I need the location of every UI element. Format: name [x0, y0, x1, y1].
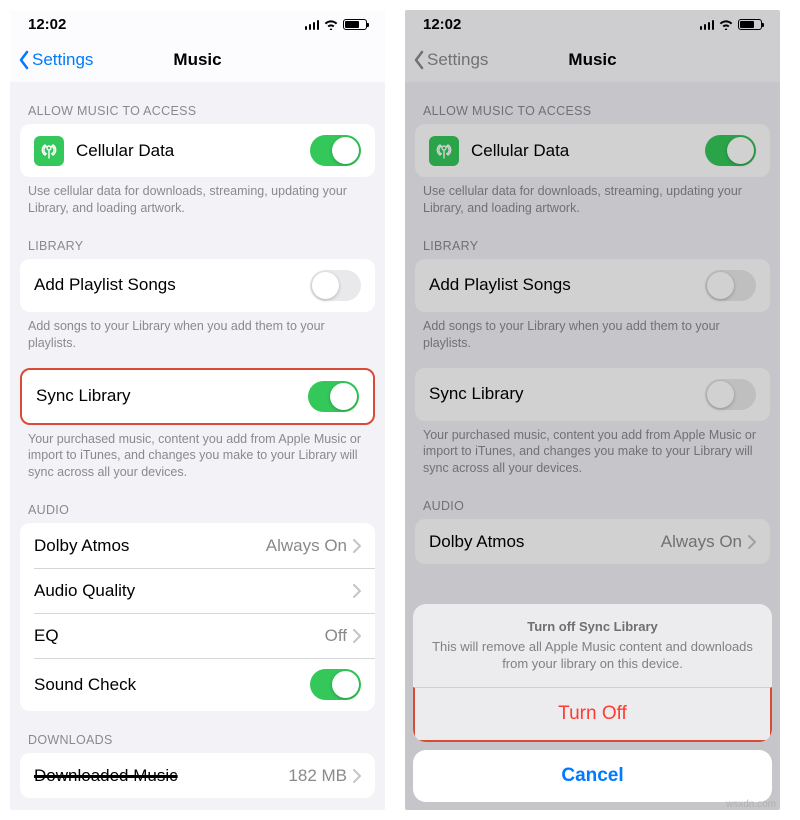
wifi-icon [323, 18, 339, 30]
page-title: Music [568, 50, 616, 70]
action-sheet: Turn off Sync Library This will remove a… [413, 604, 772, 802]
cellular-toggle[interactable] [705, 135, 756, 166]
dolby-label: Dolby Atmos [429, 532, 661, 552]
sync-library-footer: Your purchased music, content you add fr… [10, 425, 385, 482]
status-time: 12:02 [423, 16, 461, 33]
status-icons [700, 18, 763, 30]
audio-quality-row[interactable]: Audio Quality [20, 568, 375, 613]
sync-library-toggle[interactable] [705, 379, 756, 410]
sound-check-row[interactable]: Sound Check [20, 658, 375, 711]
add-playlist-row[interactable]: Add Playlist Songs [20, 259, 375, 312]
back-button[interactable]: Settings [18, 50, 93, 70]
eq-row[interactable]: EQ Off [20, 613, 375, 658]
page-title: Music [173, 50, 221, 70]
section-header-library: LIBRARY [10, 217, 385, 259]
eq-label: EQ [34, 626, 325, 646]
chevron-left-icon [413, 50, 425, 70]
battery-icon [738, 19, 762, 30]
section-header-audio: AUDIO [10, 481, 385, 523]
back-button[interactable]: Settings [413, 50, 488, 70]
action-sheet-header: Turn off Sync Library This will remove a… [413, 604, 772, 687]
sync-library-toggle[interactable] [308, 381, 359, 412]
wifi-icon [718, 18, 734, 30]
downloaded-value: 182 MB [288, 766, 347, 786]
cancel-button[interactable]: Cancel [413, 750, 772, 802]
section-header-library: LIBRARY [405, 217, 780, 259]
status-icons [305, 18, 368, 30]
downloaded-music-row[interactable]: Downloaded Music 182 MB [20, 753, 375, 798]
section-header-access: ALLOW MUSIC TO ACCESS [405, 82, 780, 124]
chevron-right-icon [353, 769, 361, 783]
dolby-atmos-row[interactable]: Dolby Atmos Always On [20, 523, 375, 568]
action-sheet-title: Turn off Sync Library [431, 618, 754, 636]
status-bar: 12:02 [10, 10, 385, 38]
signal-icon [305, 19, 320, 30]
sound-check-label: Sound Check [34, 675, 310, 695]
phone-right: 12:02 Settings Music ALLOW MUSIC TO ACCE… [405, 10, 780, 810]
watermark: wsxdn.com [726, 799, 776, 810]
sound-check-toggle[interactable] [310, 669, 361, 700]
cellular-data-row[interactable]: Cellular Data [415, 124, 770, 177]
cellular-label: Cellular Data [76, 141, 310, 161]
phone-left: 12:02 Settings Music ALLOW MUSIC TO ACCE… [10, 10, 385, 810]
nav-bar: Settings Music [405, 38, 780, 82]
downloaded-label: Downloaded Music [34, 766, 288, 786]
status-bar: 12:02 [405, 10, 780, 38]
sync-library-row[interactable]: Sync Library [22, 370, 373, 423]
dolby-label: Dolby Atmos [34, 536, 266, 556]
sync-library-footer: Your purchased music, content you add fr… [405, 421, 780, 478]
antenna-icon [34, 136, 64, 166]
chevron-right-icon [353, 539, 361, 553]
dolby-value: Always On [266, 536, 347, 556]
sync-library-group: Sync Library [415, 368, 770, 421]
back-label: Settings [32, 50, 93, 70]
add-playlist-label: Add Playlist Songs [429, 275, 705, 295]
back-label: Settings [427, 50, 488, 70]
audio-quality-label: Audio Quality [34, 581, 353, 601]
chevron-right-icon [353, 584, 361, 598]
chevron-right-icon [353, 629, 361, 643]
sync-library-row[interactable]: Sync Library [415, 368, 770, 421]
add-playlist-footer: Add songs to your Library when you add t… [10, 312, 385, 352]
eq-value: Off [325, 626, 347, 646]
chevron-right-icon [748, 535, 756, 549]
add-playlist-label: Add Playlist Songs [34, 275, 310, 295]
action-sheet-card: Turn off Sync Library This will remove a… [413, 604, 772, 742]
add-playlist-toggle[interactable] [705, 270, 756, 301]
cellular-data-row[interactable]: Cellular Data [20, 124, 375, 177]
add-playlist-footer: Add songs to your Library when you add t… [405, 312, 780, 352]
battery-icon [343, 19, 367, 30]
add-playlist-row[interactable]: Add Playlist Songs [415, 259, 770, 312]
nav-bar: Settings Music [10, 38, 385, 82]
signal-icon [700, 19, 715, 30]
action-sheet-message: This will remove all Apple Music content… [432, 639, 753, 672]
chevron-left-icon [18, 50, 30, 70]
cellular-footer: Use cellular data for downloads, streami… [405, 177, 780, 217]
section-header-access: ALLOW MUSIC TO ACCESS [10, 82, 385, 124]
sync-library-label: Sync Library [429, 384, 705, 404]
sync-library-label: Sync Library [36, 386, 308, 406]
cellular-footer: Use cellular data for downloads, streami… [10, 177, 385, 217]
cellular-toggle[interactable] [310, 135, 361, 166]
turn-off-button[interactable]: Turn Off [413, 687, 772, 742]
sync-library-group: Sync Library [20, 368, 375, 425]
cellular-label: Cellular Data [471, 141, 705, 161]
section-header-audio: AUDIO [405, 477, 780, 519]
antenna-icon [429, 136, 459, 166]
status-time: 12:02 [28, 16, 66, 33]
add-playlist-toggle[interactable] [310, 270, 361, 301]
dolby-value: Always On [661, 532, 742, 552]
dolby-atmos-row[interactable]: Dolby Atmos Always On [415, 519, 770, 564]
section-header-downloads: DOWNLOADS [10, 711, 385, 753]
